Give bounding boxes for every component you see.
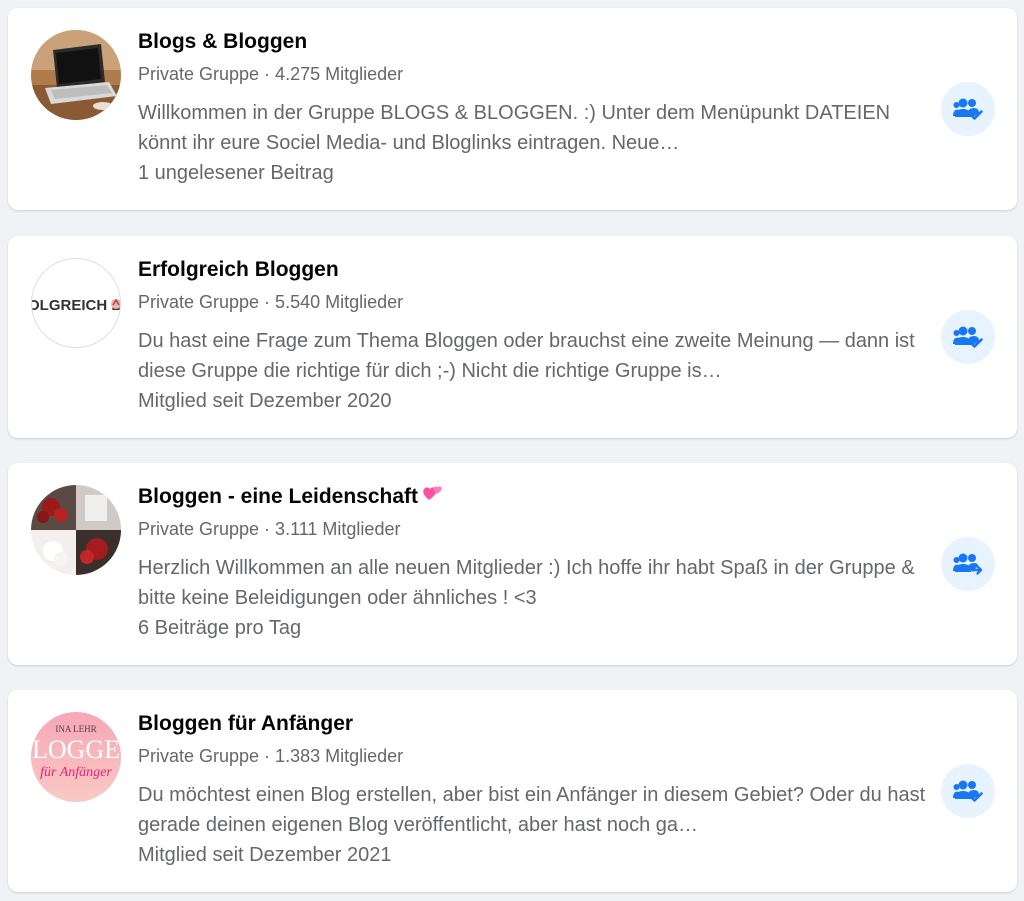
group-share-icon xyxy=(953,553,983,575)
laptop-photo-icon xyxy=(31,30,121,120)
group-meta: Private Gruppe · 3.111 Mitglieder xyxy=(138,519,401,540)
group-card[interactable]: Bloggen - eine Leidenschaft Private Grup… xyxy=(8,463,1017,665)
group-meta: Private Gruppe · 5.540 Mitglieder xyxy=(138,292,404,312)
avatar-logo-line1: INA LEHR xyxy=(55,724,96,734)
group-avatar-logo[interactable]: OLGREICH BL xyxy=(31,258,121,348)
group-list: Blogs & Bloggen Private Gruppe · 4.275 M… xyxy=(0,0,1024,901)
group-info: Bloggen für Anfänger Private Gruppe · 1.… xyxy=(138,710,928,870)
avatar-logo-line3: für Anfänger xyxy=(40,765,112,780)
avatar-logo-text: OLGREICH BL xyxy=(32,297,120,314)
group-membership: Mitglied seit Dezember 2020 xyxy=(138,390,392,412)
roses-photo-icon xyxy=(31,485,121,575)
group-card[interactable]: Blogs & Bloggen Private Gruppe · 4.275 M… xyxy=(8,8,1017,210)
group-membership: Mitglied seit Dezember 2021 xyxy=(138,844,392,866)
group-description: Du möchtest einen Blog erstellen, aber b… xyxy=(138,784,926,836)
group-card[interactable]: INA LEHR LOGGE für Anfänger Bloggen für … xyxy=(8,690,1017,892)
two-hearts-icon xyxy=(422,483,444,511)
group-card[interactable]: OLGREICH BL Erfolgreich Bloggen Private … xyxy=(8,236,1017,438)
group-title[interactable]: Blogs & Bloggen xyxy=(138,28,928,56)
group-joined-icon xyxy=(953,326,983,348)
group-info: Erfolgreich Bloggen Private Gruppe · 5.5… xyxy=(138,256,928,416)
avatar-logo-line2: LOGGE xyxy=(32,735,120,764)
group-action-button[interactable] xyxy=(941,764,995,818)
group-description: Herzlich Willkommen an alle neuen Mitgli… xyxy=(138,557,915,610)
group-joined-icon xyxy=(953,780,983,802)
group-avatar-laptop[interactable] xyxy=(31,30,121,120)
group-activity: 1 ungelesener Beitrag xyxy=(138,162,334,184)
group-info: Blogs & Bloggen Private Gruppe · 4.275 M… xyxy=(138,28,928,188)
group-meta: Private Gruppe · 4.275 Mitglieder xyxy=(138,64,404,84)
group-meta: Private Gruppe · 1.383 Mitglieder xyxy=(138,746,404,766)
logo-text-icon: OLGREICH BL xyxy=(32,259,120,347)
group-joined-icon xyxy=(953,98,983,120)
group-activity: 6 Beiträge pro Tag xyxy=(138,617,302,640)
group-avatar-pink-logo[interactable]: INA LEHR LOGGE für Anfänger xyxy=(31,712,121,802)
group-title[interactable]: Erfolgreich Bloggen xyxy=(138,256,928,284)
group-title[interactable]: Bloggen für Anfänger xyxy=(138,710,928,738)
group-description: Willkommen in der Gruppe BLOGS & BLOGGEN… xyxy=(138,102,891,154)
group-info: Bloggen - eine Leidenschaft Private Grup… xyxy=(138,483,928,643)
logo-pink-icon: INA LEHR LOGGE für Anfänger xyxy=(31,712,121,802)
group-title-text: Bloggen - eine Leidenschaft xyxy=(138,485,419,508)
group-action-button[interactable] xyxy=(941,310,995,364)
group-title[interactable]: Bloggen - eine Leidenschaft xyxy=(138,483,928,511)
group-description: Du hast eine Frage zum Thema Bloggen ode… xyxy=(138,330,915,382)
group-action-button[interactable] xyxy=(941,537,995,591)
group-action-button[interactable] xyxy=(941,82,995,136)
group-avatar-roses[interactable] xyxy=(31,485,121,575)
